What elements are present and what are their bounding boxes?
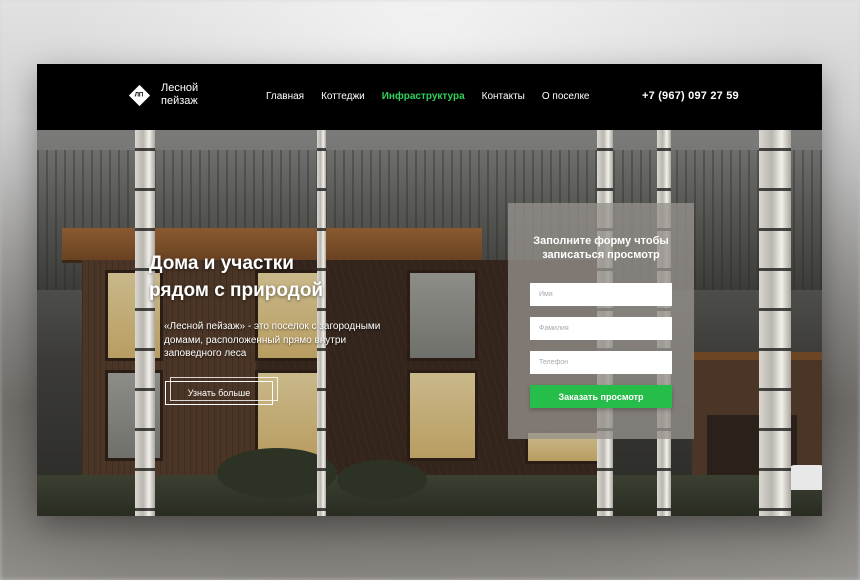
nav-item-contacts[interactable]: Контакты (482, 91, 525, 102)
website-frame: ЛП Лесной пейзаж Главная Коттеджи Инфрас… (37, 64, 822, 516)
learn-more-button[interactable]: Узнать больше (165, 377, 278, 405)
nav-item-about[interactable]: О поселке (542, 91, 590, 102)
phone-number[interactable]: +7 (967) 097 27 59 (642, 90, 739, 102)
birch-trunk (759, 130, 791, 516)
birch-trunk (135, 130, 155, 516)
form-title: Заполните форму чтобы записаться просмот… (533, 235, 669, 261)
book-viewing-button[interactable]: Заказать просмотр (530, 385, 672, 408)
parked-car (787, 465, 822, 490)
nav-item-infrastructure[interactable]: Инфраструктура (382, 91, 465, 102)
logo-text-line2: пейзаж (161, 95, 198, 107)
nav-item-home[interactable]: Главная (266, 91, 304, 102)
bush (337, 460, 427, 500)
logo-text: Лесной пейзаж (161, 82, 198, 108)
nav-item-cottages[interactable]: Коттеджи (321, 91, 365, 102)
hero-section: Дома и участки рядом с природой «Лесной … (37, 130, 822, 516)
phone-input[interactable] (530, 351, 672, 374)
house-window (407, 370, 478, 461)
logo-mark-letters: ЛП (135, 92, 144, 98)
logo[interactable]: ЛП Лесной пейзаж (128, 82, 198, 108)
surname-input[interactable] (530, 317, 672, 340)
hero-title-line2: рядом с природой (149, 280, 324, 301)
hero-title: Дома и участки рядом с природой (149, 250, 409, 304)
logo-text-line1: Лесной (161, 82, 199, 94)
house-window (407, 270, 478, 361)
booking-form: Заполните форму чтобы записаться просмот… (508, 203, 694, 439)
logo-diamond-icon: ЛП (128, 84, 151, 106)
hero-title-line1: Дома и участки (149, 253, 294, 274)
main-nav: Главная Коттеджи Инфраструктура Контакты… (266, 91, 590, 102)
name-input[interactable] (530, 283, 672, 306)
site-header: ЛП Лесной пейзаж Главная Коттеджи Инфрас… (37, 64, 822, 130)
hero-description: «Лесной пейзаж» - это поселок с загородн… (164, 321, 381, 359)
